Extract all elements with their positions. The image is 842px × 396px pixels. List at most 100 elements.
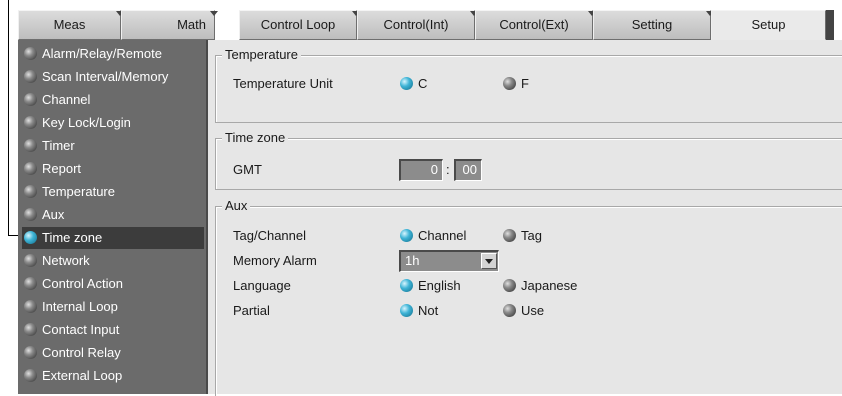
language-label: Language — [233, 278, 291, 293]
tab-label: Math — [177, 17, 206, 32]
sidebar-item-control-relay[interactable]: Control Relay — [22, 342, 204, 364]
led-indicator-icon — [24, 369, 37, 382]
tab-label: Setting — [631, 17, 673, 32]
radio-label: Not — [418, 303, 439, 318]
led-indicator-icon — [24, 277, 37, 290]
led-indicator-icon — [24, 70, 37, 83]
radio-label: Use — [521, 303, 545, 318]
sidebar-item-network[interactable]: Network — [22, 250, 204, 272]
radio-label: F — [521, 76, 529, 91]
sidebar-item-label: Timer — [42, 138, 75, 153]
radio-selected-icon — [400, 279, 413, 292]
radio-unselected-icon — [503, 77, 516, 90]
radio-channel[interactable]: Channel — [400, 228, 466, 244]
led-indicator-icon — [24, 139, 37, 152]
sidebar: Alarm/Relay/Remote Scan Interval/Memory … — [18, 40, 208, 394]
tab-label: Meas — [53, 17, 86, 32]
group-title: Time zone — [222, 130, 289, 146]
sidebar-item-external-loop[interactable]: External Loop — [22, 365, 204, 387]
radio-selected-icon — [400, 229, 413, 242]
sidebar-item-alarm-relay-remote[interactable]: Alarm/Relay/Remote — [22, 43, 204, 65]
tag-channel-label: Tag/Channel — [233, 228, 306, 243]
sidebar-item-key-lock-login[interactable]: Key Lock/Login — [22, 112, 204, 134]
radio-unselected-icon — [503, 304, 516, 317]
sidebar-item-label: Report — [42, 161, 82, 176]
sidebar-item-aux[interactable]: Aux — [22, 204, 204, 226]
sidebar-item-label: Key Lock/Login — [42, 115, 131, 130]
sidebar-item-report[interactable]: Report — [22, 158, 204, 180]
radio-japanese[interactable]: Japanese — [503, 278, 577, 294]
radio-label: Tag — [521, 228, 542, 243]
gmt-minutes-field[interactable]: 00 — [454, 159, 482, 181]
led-indicator-icon — [24, 162, 37, 175]
tab-label: Control(Int) — [383, 17, 449, 32]
led-indicator-icon — [24, 116, 37, 129]
radio-label: C — [418, 76, 428, 91]
memory-alarm-label: Memory Alarm — [233, 253, 317, 268]
sidebar-item-label: Control Action — [42, 276, 123, 291]
sidebar-item-label: Temperature — [42, 184, 115, 199]
chevron-down-icon[interactable] — [481, 253, 497, 269]
radio-use[interactable]: Use — [503, 303, 544, 319]
led-indicator-icon — [24, 93, 37, 106]
radio-selected-icon — [400, 77, 413, 90]
sidebar-item-control-action[interactable]: Control Action — [22, 273, 204, 295]
tab-bar: Meas Math Control Loop Control(Int) Cont… — [18, 10, 842, 40]
time-zone-group: Time zone GMT 0 : 00 — [215, 130, 842, 190]
sidebar-item-label: Internal Loop — [42, 299, 118, 314]
led-indicator-icon — [24, 254, 37, 267]
radio-celsius[interactable]: C — [400, 76, 427, 92]
tab-control-ext[interactable]: Control(Ext) — [475, 10, 596, 40]
callout-line — [8, 0, 9, 236]
radio-selected-icon — [400, 304, 413, 317]
sidebar-item-label: External Loop — [42, 368, 123, 383]
radio-unselected-icon — [503, 279, 516, 292]
led-indicator-active-icon — [24, 231, 37, 244]
sidebar-item-temperature[interactable]: Temperature — [22, 181, 204, 203]
sidebar-item-internal-loop[interactable]: Internal Loop — [22, 296, 204, 318]
sidebar-item-scan-interval-memory[interactable]: Scan Interval/Memory — [22, 66, 204, 88]
temperature-unit-label: Temperature Unit — [233, 76, 333, 91]
sidebar-item-time-zone[interactable]: Time zone — [22, 227, 204, 249]
led-indicator-icon — [24, 185, 37, 198]
tab-control-loop[interactable]: Control Loop — [239, 10, 360, 40]
sidebar-item-timer[interactable]: Timer — [22, 135, 204, 157]
led-indicator-icon — [24, 208, 37, 221]
temperature-group: Temperature Temperature Unit C F — [215, 47, 842, 123]
memory-alarm-dropdown[interactable]: 1h — [399, 250, 499, 272]
tab-label: Control(Ext) — [499, 17, 569, 32]
gmt-hours-field[interactable]: 0 — [399, 159, 443, 181]
sidebar-item-contact-input[interactable]: Contact Input — [22, 319, 204, 341]
sidebar-item-label: Time zone — [42, 230, 103, 245]
radio-english[interactable]: English — [400, 278, 461, 294]
sidebar-item-label: Control Relay — [42, 345, 121, 360]
sidebar-item-label: Network — [42, 253, 90, 268]
tab-meas[interactable]: Meas — [18, 10, 124, 40]
time-separator: : — [446, 162, 450, 177]
radio-fahrenheit[interactable]: F — [503, 76, 529, 92]
sidebar-item-label: Channel — [42, 92, 91, 107]
tab-bar-end — [826, 10, 834, 40]
radio-label: Channel — [418, 228, 467, 243]
tab-label: Setup — [751, 17, 786, 32]
sidebar-item-label: Alarm/Relay/Remote — [42, 46, 162, 61]
led-indicator-icon — [24, 300, 37, 313]
radio-not[interactable]: Not — [400, 303, 438, 319]
tab-label: Control Loop — [260, 17, 336, 32]
radio-unselected-icon — [503, 229, 516, 242]
sidebar-item-label: Scan Interval/Memory — [42, 69, 169, 84]
tab-control-int[interactable]: Control(Int) — [357, 10, 478, 40]
partial-label: Partial — [233, 303, 270, 318]
radio-tag[interactable]: Tag — [503, 228, 542, 244]
led-indicator-icon — [24, 346, 37, 359]
group-title: Aux — [222, 198, 251, 214]
tab-setting[interactable]: Setting — [593, 10, 714, 40]
aux-group: Aux Tag/Channel Channel Tag Memory Alarm… — [215, 198, 842, 396]
sidebar-item-label: Contact Input — [42, 322, 120, 337]
sidebar-item-channel[interactable]: Channel — [22, 89, 204, 111]
tab-setup[interactable]: Setup — [711, 10, 826, 40]
radio-label: English — [418, 278, 461, 293]
sidebar-item-label: Aux — [42, 207, 65, 222]
tab-math[interactable]: Math — [121, 10, 218, 40]
settings-panel: Temperature Temperature Unit C F Time zo… — [208, 40, 842, 396]
